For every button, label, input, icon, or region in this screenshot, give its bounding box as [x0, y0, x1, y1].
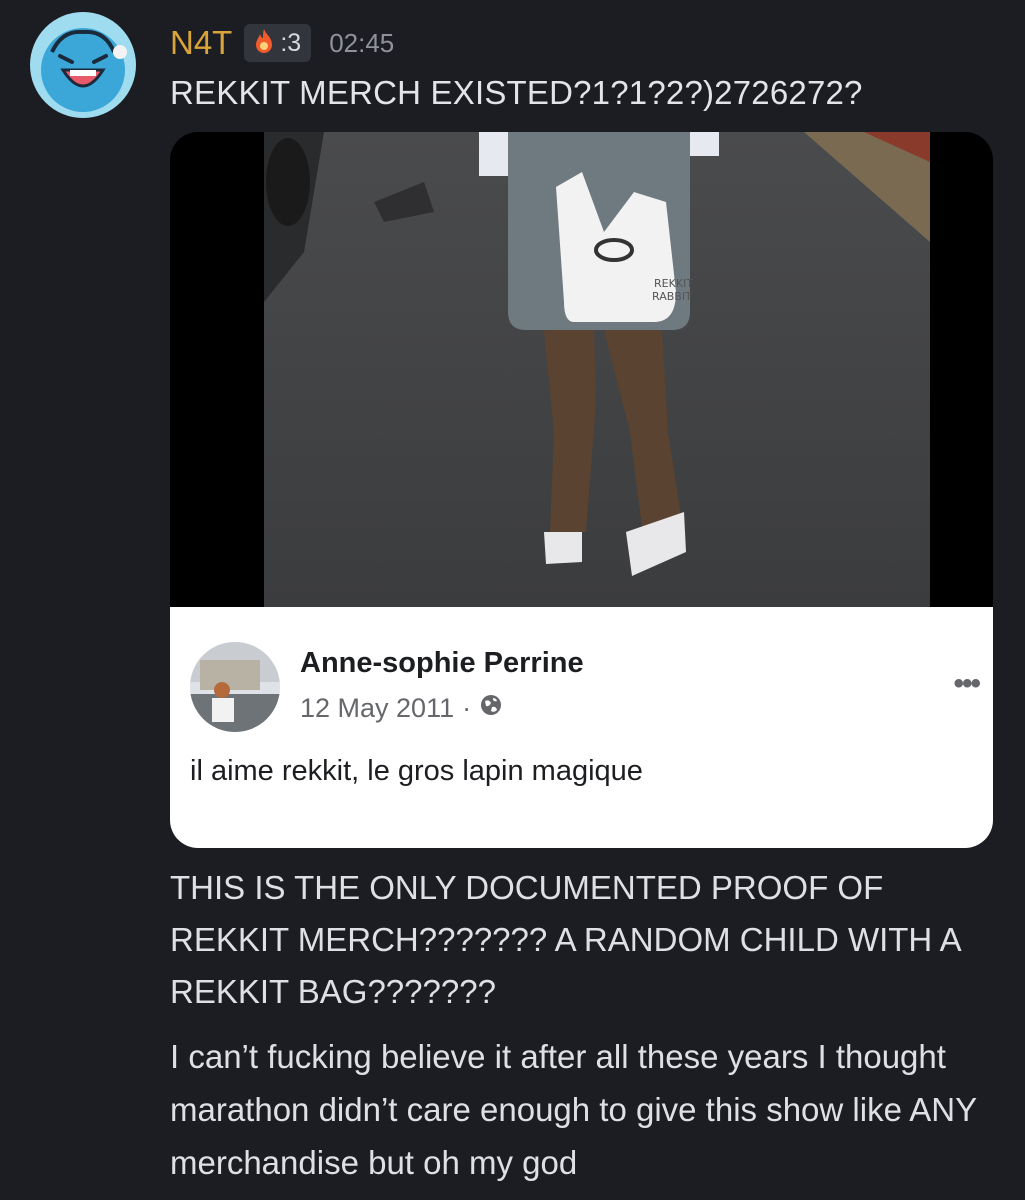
tag-label: :3	[280, 28, 302, 57]
post-meta: 12 May 2011 ·	[300, 693, 503, 724]
user-tag[interactable]: :3	[244, 24, 312, 62]
meta-separator: ·	[462, 693, 472, 723]
message-text: REKKIT MERCH EXISTED?1?1?2?)2726272?	[170, 74, 863, 111]
post-date[interactable]: 12 May 2011	[300, 693, 454, 724]
more-options-button[interactable]: •••	[953, 667, 980, 701]
post-author-avatar[interactable]	[190, 642, 280, 732]
timestamp: 02:45	[329, 27, 395, 58]
followup-message: THIS IS THE ONLY DOCUMENTED PROOF OF REK…	[170, 869, 960, 1010]
globe-icon	[479, 693, 503, 724]
photo: REKKIT RABBIT	[264, 132, 930, 607]
fire-icon	[252, 27, 276, 60]
bag-text-1: REKKIT	[654, 277, 693, 290]
image-attachment[interactable]: REKKIT RABBIT Anne-sophie Perrine 12 May…	[170, 132, 993, 848]
username[interactable]: N4T	[170, 24, 232, 62]
message-header: N4T :3 02:45	[170, 18, 394, 68]
user-avatar[interactable]	[30, 12, 136, 118]
followup-message: I can’t fucking believe it after all the…	[170, 1038, 977, 1181]
post-text: il aime rekkit, le gros lapin magique	[190, 755, 643, 787]
bag-text-2: RABBIT	[652, 290, 692, 303]
post-author-name[interactable]: Anne-sophie Perrine	[300, 647, 584, 680]
facebook-post-card: Anne-sophie Perrine 12 May 2011 · ••• il…	[170, 607, 993, 848]
